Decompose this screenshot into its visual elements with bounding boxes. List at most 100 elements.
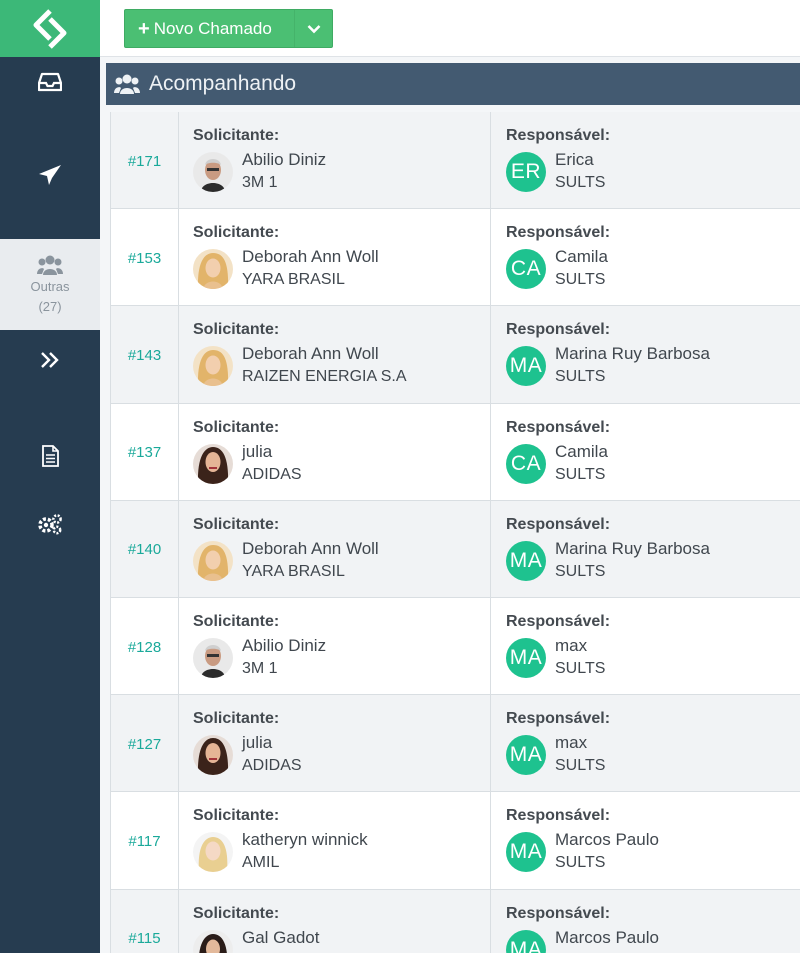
ticket-id-link[interactable]: #140 — [111, 500, 179, 597]
nav-inbox[interactable] — [0, 57, 100, 107]
ticket-id-link[interactable]: #117 — [111, 792, 179, 889]
ticket-row[interactable]: #115 Solicitante: Gal Gadot Responsável: MA M… — [110, 889, 800, 953]
requester-cell: Solicitante: katheryn winnick AMIL — [179, 792, 491, 889]
requester-label: Solicitante: — [193, 904, 280, 922]
responsible-avatar: MA — [506, 832, 546, 873]
ticket-row[interactable]: #117 Solicitante: katheryn winnick AMIL Resp… — [110, 792, 800, 890]
responsible-name: Marcos Paulo — [555, 830, 659, 850]
requester-label: Solicitante: — [193, 710, 280, 728]
requester-avatar — [193, 249, 233, 290]
ticket-id-link[interactable]: #171 — [111, 112, 179, 209]
requester-name: Abilio Diniz — [242, 635, 327, 655]
responsible-label: Responsável: — [506, 224, 611, 242]
requester-avatar — [193, 346, 233, 387]
nav-others-label: Outras — [30, 278, 70, 294]
responsible-label: Responsável: — [506, 418, 611, 436]
responsible-company: SULTS — [555, 465, 606, 483]
responsible-name: Camila — [555, 247, 608, 267]
responsible-cell: Responsável: CA Camila SULTS — [491, 404, 800, 500]
requester-name: Gal Gadot — [242, 927, 320, 947]
nav-settings[interactable] — [0, 500, 100, 548]
responsible-name: Camila — [555, 441, 608, 461]
responsible-cell: Responsável: CA Camila SULTS — [491, 209, 800, 305]
requester-cell: Solicitante: Abilio Diniz 3M 1 — [179, 112, 491, 209]
ticket-row[interactable]: #143 Solicitante: Deborah Ann Woll RAIZEN E… — [110, 306, 800, 404]
responsible-label: Responsável: — [506, 515, 611, 533]
requester-company: 3M 1 — [242, 659, 278, 677]
requester-company: 3M 1 — [242, 174, 278, 191]
requester-cell: Solicitante: Deborah Ann Woll RAIZEN ENERG… — [179, 306, 491, 403]
nav-reports[interactable] — [0, 432, 100, 480]
requester-label: Solicitante: — [193, 807, 280, 825]
requester-name: Deborah Ann Woll — [242, 247, 379, 267]
responsible-person: CA Camila SULTS — [506, 440, 800, 487]
sidebar: Outras (27) — [0, 0, 100, 953]
ticket-id-link[interactable]: #127 — [111, 695, 179, 792]
ticket-id-link[interactable]: #137 — [111, 403, 179, 500]
responsible-avatar: MA — [506, 929, 546, 953]
requester-person: katheryn winnick AMIL — [193, 828, 490, 875]
requester-name: Abilio Diniz — [242, 150, 327, 169]
ticket-row[interactable]: #137 Solicitante: julia ADIDAS Responsável: C… — [110, 403, 800, 501]
requester-person: Deborah Ann Woll RAIZEN ENERGIA S.A — [193, 342, 490, 389]
ticket-id-link[interactable]: #143 — [111, 306, 179, 403]
responsible-company: SULTS — [555, 854, 606, 872]
nav-expand[interactable] — [0, 336, 100, 384]
responsible-avatar: ER — [506, 152, 546, 192]
responsible-company: SULTS — [555, 562, 606, 580]
new-ticket-label: Novo Chamado — [153, 18, 272, 38]
users-icon — [114, 74, 140, 94]
requester-avatar — [193, 735, 233, 776]
requester-avatar — [193, 540, 233, 581]
nav-sent[interactable] — [0, 140, 100, 210]
requester-cell: Solicitante: Deborah Ann Woll YARA BRASIL — [179, 500, 491, 597]
panel-header: Acompanhando — [106, 63, 800, 105]
requester-company: ADIDAS — [242, 465, 302, 483]
responsible-person: MA Marcos Paulo SULTS — [506, 926, 800, 953]
responsible-label: Responsável: — [506, 127, 611, 144]
responsible-person: MA Marina Ruy Barbosa SULTS — [506, 537, 800, 584]
responsible-label: Responsável: — [506, 710, 611, 728]
requester-person: Deborah Ann Woll YARA BRASIL — [193, 245, 490, 292]
responsible-name: Marcos Paulo — [555, 927, 659, 947]
ticket-row[interactable]: #128 Solicitante: Abilio Diniz 3M 1 Responsá… — [110, 597, 800, 696]
ticket-id-link[interactable]: #128 — [111, 597, 179, 695]
requester-company: YARA BRASIL — [242, 562, 345, 580]
requester-name: katheryn winnick — [242, 830, 368, 850]
nav-others-count: (27) — [38, 298, 62, 314]
top-bar: + Novo Chamado — [100, 0, 800, 57]
plus-icon: + — [138, 17, 150, 40]
responsible-name: Erica — [555, 150, 594, 169]
responsible-person: MA max SULTS — [506, 634, 800, 681]
ticket-row[interactable]: #171 Solicitante: Abilio Diniz 3M 1 Responsá… — [110, 112, 800, 210]
requester-company: ADIDAS — [242, 757, 302, 775]
nav-others[interactable]: Outras (27) — [0, 239, 100, 330]
double-chevron-right-icon — [41, 352, 59, 368]
requester-name: julia — [242, 733, 273, 753]
document-icon — [42, 445, 59, 467]
requester-person: Abilio Diniz 3M 1 — [193, 634, 490, 681]
responsible-company: SULTS — [555, 949, 659, 953]
ticket-row[interactable]: #153 Solicitante: Deborah Ann Woll YARA BRA… — [110, 209, 800, 307]
app-logo[interactable] — [0, 0, 100, 57]
ticket-row[interactable]: #127 Solicitante: julia ADIDAS Responsável: M… — [110, 695, 800, 793]
responsible-avatar: MA — [506, 346, 546, 387]
ticket-id-link[interactable]: #153 — [111, 209, 179, 306]
requester-cell: Solicitante: julia ADIDAS — [179, 403, 491, 500]
ticket-id-link[interactable]: #115 — [111, 889, 179, 953]
requester-person: julia ADIDAS — [193, 440, 490, 487]
new-ticket-button-group: + Novo Chamado — [124, 9, 333, 48]
inbox-icon — [38, 72, 62, 92]
responsible-person: MA Marcos Paulo SULTS — [506, 828, 800, 875]
new-ticket-button[interactable]: + Novo Chamado — [125, 10, 294, 47]
requester-person: julia ADIDAS — [193, 731, 490, 778]
responsible-avatar: MA — [506, 637, 546, 678]
ticket-list: #171 Solicitante: Abilio Diniz 3M 1 Responsá… — [110, 112, 800, 953]
requester-name: Deborah Ann Woll — [242, 538, 379, 558]
responsible-cell: Responsável: MA max SULTS — [491, 695, 800, 791]
ticket-row[interactable]: #140 Solicitante: Deborah Ann Woll YARA BRA… — [110, 500, 800, 598]
new-ticket-dropdown-toggle[interactable] — [294, 10, 332, 47]
responsible-company: SULTS — [555, 174, 606, 191]
responsible-name: Marina Ruy Barbosa — [555, 344, 710, 364]
responsible-label: Responsável: — [506, 807, 611, 825]
